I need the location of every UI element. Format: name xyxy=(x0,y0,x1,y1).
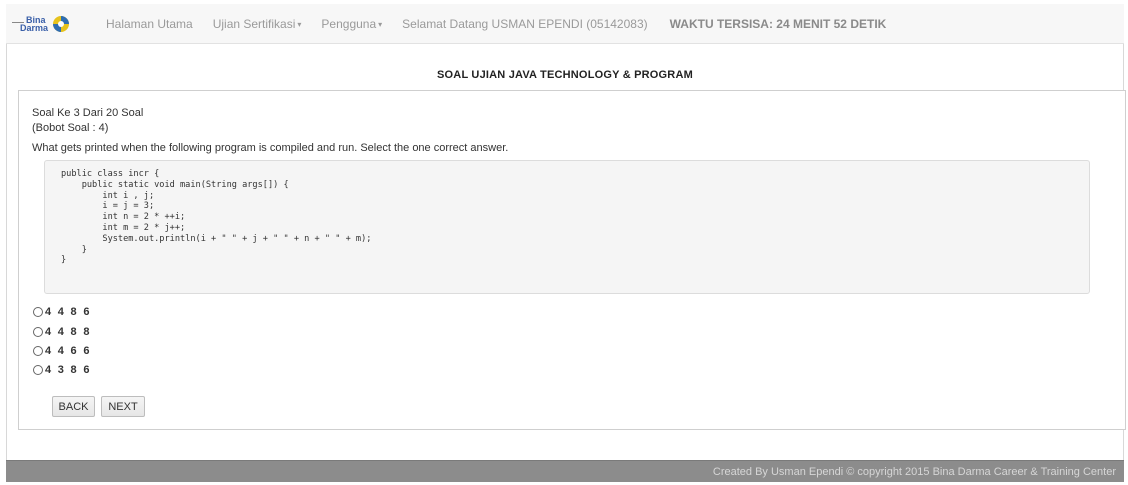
back-button[interactable]: BACK xyxy=(52,396,95,417)
nav-pengguna-label: Pengguna xyxy=(321,16,377,31)
radio-button[interactable] xyxy=(33,365,43,375)
answer-option-label: 4 3 8 6 xyxy=(45,364,92,376)
next-button[interactable]: NEXT xyxy=(101,396,145,417)
brand-line2: Darma xyxy=(20,22,49,33)
exam-title: SOAL UJIAN JAVA TECHNOLOGY & PROGRAM xyxy=(437,69,693,81)
answer-option-label: 4 4 8 6 xyxy=(45,306,92,318)
remaining-time-indicator: WAKTU TERSISA: 24 MENIT 52 DETIK xyxy=(669,16,887,31)
footer-copyright: Created By Usman Ependi © copyright 2015… xyxy=(712,465,1116,478)
nav-pengguna-dropdown[interactable]: Pengguna ▾ xyxy=(321,17,382,31)
bina-darma-emblem-icon xyxy=(52,15,70,33)
radio-button[interactable] xyxy=(33,307,43,317)
caret-down-icon: ▾ xyxy=(297,19,302,29)
nav-welcome-user[interactable]: Selamat Datang USMAN EPENDI (05142083) xyxy=(402,17,647,31)
answer-option-1[interactable]: 4 4 8 6 xyxy=(33,306,91,318)
question-prompt: What gets printed when the following pro… xyxy=(32,142,509,154)
answer-option-3[interactable]: 4 4 6 6 xyxy=(33,345,91,357)
nav-ujian-sertifikasi-dropdown[interactable]: Ujian Sertifikasi ▾ xyxy=(213,17,302,31)
nav-halaman-utama[interactable]: Halaman Utama xyxy=(106,17,193,31)
answer-option-2[interactable]: 4 4 8 8 xyxy=(33,326,91,338)
nav-ujian-sertifikasi-label: Ujian Sertifikasi xyxy=(212,16,296,31)
answer-option-4[interactable]: 4 3 8 6 xyxy=(33,364,91,376)
brand-logo[interactable]: Bina Darma xyxy=(12,10,96,38)
code-block: public class incr { public static void m… xyxy=(44,160,1090,294)
question-weight: (Bobot Soal : 4) xyxy=(32,122,109,134)
radio-button[interactable] xyxy=(33,346,43,356)
brand-line-decoration xyxy=(12,21,24,23)
answer-option-label: 4 4 6 6 xyxy=(45,345,92,357)
top-navbar: Bina Darma Halaman Utama Ujian Sertifika… xyxy=(6,4,1124,44)
caret-down-icon: ▾ xyxy=(378,19,383,29)
answer-option-label: 4 4 8 8 xyxy=(45,326,92,338)
brand-wordmark: Bina Darma xyxy=(12,15,49,33)
question-number: Soal Ke 3 Dari 20 Soal xyxy=(32,107,144,119)
page-footer: Created By Usman Ependi © copyright 2015… xyxy=(6,460,1124,482)
radio-button[interactable] xyxy=(33,327,43,337)
